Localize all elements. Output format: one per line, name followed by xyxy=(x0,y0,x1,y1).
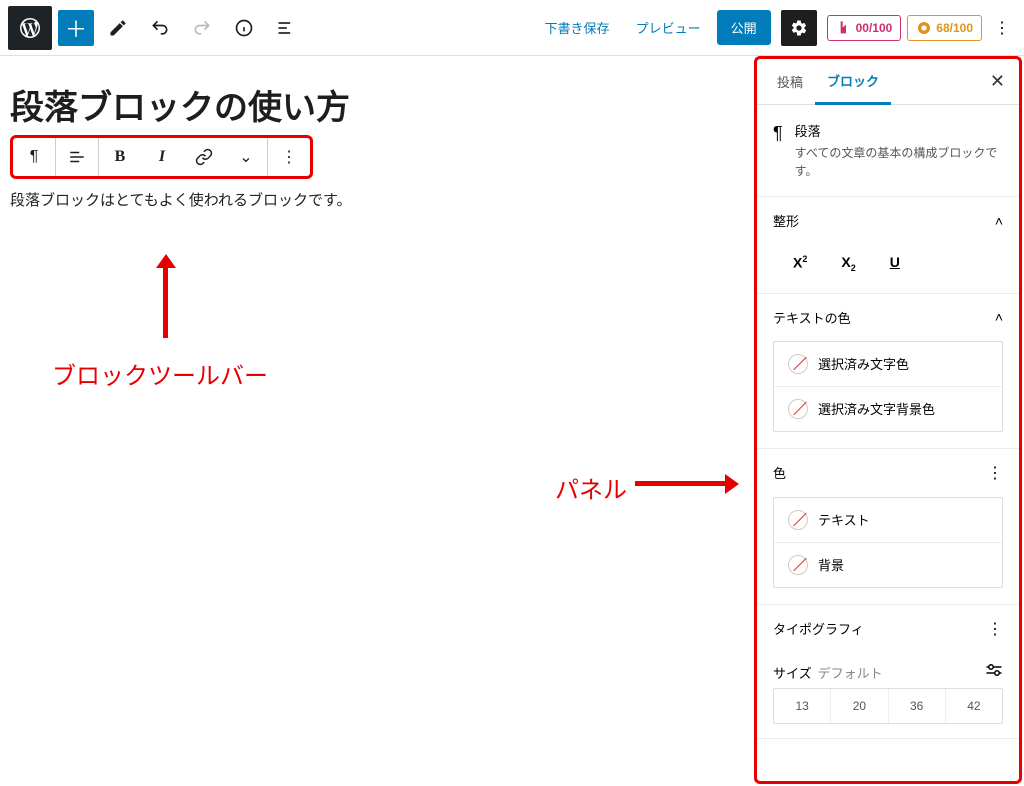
paragraph-block[interactable]: 段落ブロックはとてもよく使われるブロックです。 xyxy=(10,189,742,210)
panel-format-header[interactable]: 整形 ˄ xyxy=(757,197,1019,244)
undo-icon[interactable] xyxy=(142,10,178,46)
block-name: 段落 xyxy=(795,121,1003,140)
text-fg-color-row[interactable]: 選択済み文字色 xyxy=(774,342,1002,386)
font-size-label: サイズ xyxy=(773,663,812,682)
bold-button[interactable]: B xyxy=(99,138,141,176)
panel-text-color-title: テキストの色 xyxy=(773,308,851,327)
panel-format: 整形 ˄ X2 X2 U xyxy=(757,197,1019,294)
save-draft-button[interactable]: 下書き保存 xyxy=(535,18,620,37)
more-menu-icon[interactable]: ⋮ xyxy=(988,18,1016,38)
swatch-icon xyxy=(788,510,808,530)
font-size-opt[interactable]: 20 xyxy=(830,689,887,723)
publish-button[interactable]: 公開 xyxy=(717,10,771,45)
preview-button[interactable]: プレビュー xyxy=(626,18,711,37)
panel-text-color: テキストの色 ˄ 選択済み文字色 選択済み文字背景色 xyxy=(757,294,1019,449)
seo-score-badge[interactable]: 00/100 xyxy=(827,15,902,41)
readability-score-badge[interactable]: 68/100 xyxy=(907,15,982,41)
swatch-icon xyxy=(788,399,808,419)
annotation-panel-label: パネル xyxy=(555,470,627,505)
text-bg-color-row[interactable]: 選択済み文字背景色 xyxy=(774,386,1002,431)
readability-score-value: 68/100 xyxy=(936,21,973,35)
sidebar-tabs: 投稿 ブロック ✕ xyxy=(757,59,1019,105)
panel-typography: タイポグラフィ ⋮ サイズ デフォルト 13 20 36 42 xyxy=(757,605,1019,739)
editor-top-toolbar: ＋ 下書き保存 プレビュー 公開 00/100 68/100 ⋮ xyxy=(0,0,1024,56)
italic-button[interactable]: I xyxy=(141,138,183,176)
panel-typography-title: タイポグラフィ xyxy=(773,619,864,638)
font-size-opt[interactable]: 13 xyxy=(774,689,830,723)
wordpress-logo[interactable] xyxy=(8,6,52,50)
annotation-arrow-panel xyxy=(635,481,735,486)
annotation-arrow-toolbar xyxy=(156,258,168,338)
underline-button[interactable]: U xyxy=(890,254,900,273)
panel-text-color-header[interactable]: テキストの色 ˄ xyxy=(757,294,1019,341)
color-text-label: テキスト xyxy=(818,510,870,529)
more-icon[interactable]: ⋮ xyxy=(987,463,1003,483)
seo-score-value: 00/100 xyxy=(856,21,893,35)
settings-gear-icon[interactable] xyxy=(781,10,817,46)
chevron-down-icon[interactable]: ⌄ xyxy=(225,138,267,176)
chevron-up-icon: ˄ xyxy=(995,213,1003,229)
font-size-row: サイズ デフォルト xyxy=(757,653,1019,688)
annotation-toolbar-label: ブロックツールバー xyxy=(52,356,268,391)
text-bg-color-label: 選択済み文字背景色 xyxy=(818,399,935,418)
color-text-row[interactable]: テキスト xyxy=(774,498,1002,542)
swatch-icon xyxy=(788,555,808,575)
chevron-up-icon: ˄ xyxy=(995,309,1003,325)
paragraph-icon: ¶ xyxy=(773,123,783,180)
block-desc-text: すべての文章の基本の構成ブロックです。 xyxy=(795,144,1003,180)
edit-mode-icon[interactable] xyxy=(100,10,136,46)
font-size-options: 13 20 36 42 xyxy=(773,688,1003,724)
block-toolbar: ¶ B I ⌄ ⋮ xyxy=(10,135,313,179)
align-icon[interactable] xyxy=(56,138,98,176)
settings-slider-icon[interactable] xyxy=(985,663,1003,682)
paragraph-block-icon[interactable]: ¶ xyxy=(13,138,55,176)
tab-post[interactable]: 投稿 xyxy=(765,59,815,104)
font-size-default: デフォルト xyxy=(818,663,883,682)
settings-sidebar: 投稿 ブロック ✕ ¶ 段落 すべての文章の基本の構成ブロックです。 整形 ˄ … xyxy=(754,56,1022,784)
panel-color: 色 ⋮ テキスト 背景 xyxy=(757,449,1019,605)
outline-icon[interactable] xyxy=(268,10,304,46)
font-size-opt[interactable]: 36 xyxy=(888,689,945,723)
swatch-icon xyxy=(788,354,808,374)
info-icon[interactable] xyxy=(226,10,262,46)
subscript-button[interactable]: X2 xyxy=(841,254,855,273)
panel-format-title: 整形 xyxy=(773,211,799,230)
close-icon[interactable]: ✕ xyxy=(984,71,1011,92)
color-background-row[interactable]: 背景 xyxy=(774,542,1002,587)
editor-canvas: 段落ブロックの使い方 ¶ B I ⌄ ⋮ 段落ブロックはとてもよく使われるブロッ… xyxy=(0,56,752,786)
more-icon[interactable]: ⋮ xyxy=(987,619,1003,639)
panel-typography-header[interactable]: タイポグラフィ ⋮ xyxy=(757,605,1019,653)
tab-block[interactable]: ブロック xyxy=(815,60,891,105)
panel-color-title: 色 xyxy=(773,463,786,482)
superscript-button[interactable]: X2 xyxy=(793,254,807,273)
font-size-opt[interactable]: 42 xyxy=(945,689,1002,723)
link-button[interactable] xyxy=(183,138,225,176)
redo-icon xyxy=(184,10,220,46)
post-title[interactable]: 段落ブロックの使い方 xyxy=(10,80,742,129)
add-block-button[interactable]: ＋ xyxy=(58,10,94,46)
panel-color-header[interactable]: 色 ⋮ xyxy=(757,449,1019,497)
text-fg-color-label: 選択済み文字色 xyxy=(818,354,909,373)
block-description: ¶ 段落 すべての文章の基本の構成ブロックです。 xyxy=(757,105,1019,197)
color-background-label: 背景 xyxy=(818,555,844,574)
block-more-icon[interactable]: ⋮ xyxy=(268,138,310,176)
